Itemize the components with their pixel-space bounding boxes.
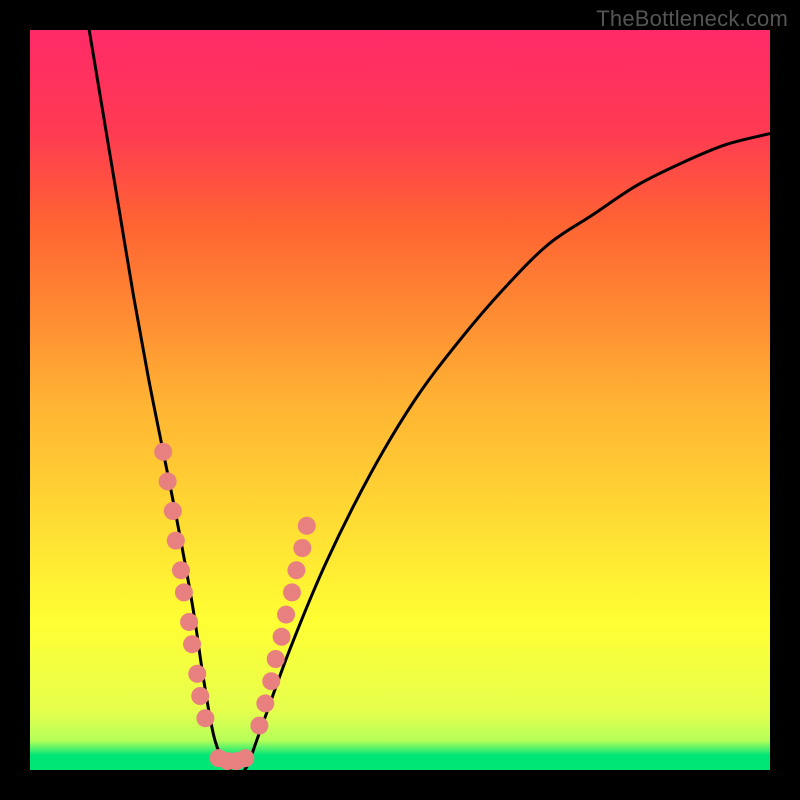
main-curve bbox=[89, 30, 770, 774]
chart-svg bbox=[30, 30, 770, 770]
plot-area bbox=[30, 30, 770, 770]
frame: TheBottleneck.com bbox=[0, 0, 800, 800]
dots-right bbox=[250, 517, 315, 735]
watermark-text: TheBottleneck.com bbox=[596, 6, 788, 32]
